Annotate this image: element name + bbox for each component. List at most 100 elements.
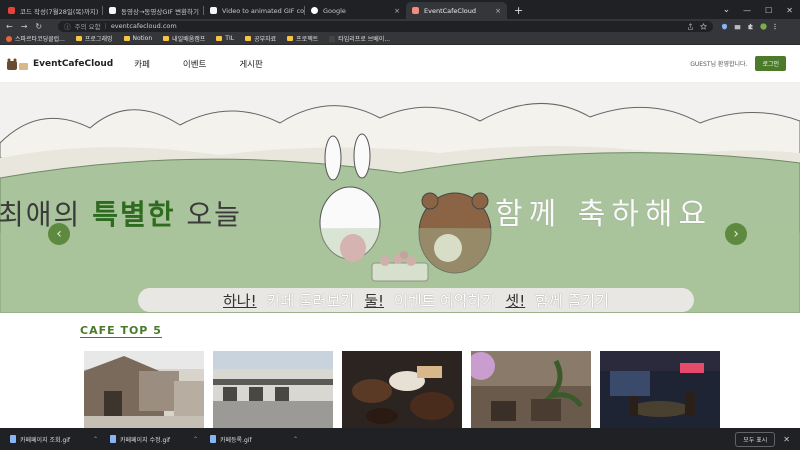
folder-icon (163, 36, 170, 41)
tab-title: Google (323, 6, 346, 15)
close-download-shelf-icon[interactable]: ✕ (779, 435, 794, 444)
browser-tab-bar: 코드 작성(7월28일(목)까지) × 동영상→동영상GIF 변환하기 × Vi… (0, 0, 800, 19)
share-icon[interactable] (687, 22, 694, 30)
file-icon (10, 435, 16, 443)
menu-item-event[interactable]: 이벤트 (183, 58, 206, 70)
cafe-card[interactable] (342, 351, 462, 428)
tab-title: EventCafeCloud (424, 6, 476, 15)
back-icon[interactable]: ← (6, 22, 13, 31)
tab-search-icon[interactable]: ⌄ (723, 2, 737, 19)
site-header: EventCafeCloud 카페 이벤트 게시판 GUEST님 환영합니다. … (0, 45, 800, 83)
download-options-icon[interactable]: ⌃ (193, 436, 198, 443)
bookmark-folder[interactable]: 프로젝트 (287, 34, 318, 43)
tab-title: 코드 작성(7월28일(목)까지) (20, 7, 99, 16)
step-key: 하나! (222, 291, 257, 310)
browser-toolbar: ← → ↻ ⓘ 주의 요함 | eventcafecloud.com (0, 19, 800, 33)
bookmarks-bar: 스파르타코딩클럽... 프로그래밍 Notion 내일배움캠프 TIL 공부자료… (0, 33, 800, 45)
reload-icon[interactable]: ↻ (35, 22, 42, 31)
browser-tab[interactable]: Google × (305, 2, 406, 19)
menu-item-board[interactable]: 게시판 (239, 58, 262, 70)
cafe-card[interactable] (213, 351, 333, 428)
bookmark-item[interactable]: 스파르타코딩클럽... (6, 34, 65, 43)
tab-favicon-icon (412, 7, 419, 14)
security-label: 주의 요함 (74, 23, 101, 31)
download-options-icon[interactable]: ⌃ (93, 436, 98, 443)
browser-tab[interactable]: 동영상→동영상GIF 변환하기 × (103, 2, 204, 19)
guest-greeting: GUEST님 환영합니다. (690, 61, 748, 68)
carousel-prev-button[interactable]: ‹ (48, 223, 70, 245)
file-icon (110, 435, 116, 443)
tab-favicon-icon (8, 7, 15, 14)
show-all-downloads-button[interactable]: 모두 표시 (735, 431, 776, 447)
bookmark-folder[interactable]: TIL (216, 35, 234, 42)
bookmark-item[interactable]: 타임리프로 브베이... (329, 34, 390, 43)
bookmark-site-icon (329, 35, 336, 42)
sparta-icon (6, 35, 12, 42)
browser-tab[interactable]: 코드 작성(7월28일(목)까지) × (2, 2, 103, 19)
step-text: 함께 즐기기 (535, 291, 609, 310)
tab-favicon-icon (109, 7, 116, 14)
cafe-card[interactable] (471, 351, 591, 428)
bookmark-folder[interactable]: 공부자료 (245, 34, 276, 43)
forward-icon[interactable]: → (21, 22, 28, 31)
cafe-card[interactable] (84, 351, 204, 428)
puzzle-icon[interactable] (747, 23, 754, 30)
logo-text: EventCafeCloud (33, 58, 114, 69)
cafe-photo (471, 351, 591, 428)
cafe-card-list (84, 351, 720, 428)
window-close-icon[interactable]: ✕ (779, 2, 800, 19)
google-favicon-icon (311, 7, 318, 14)
file-icon (210, 435, 216, 443)
cafe-photo (213, 351, 333, 428)
download-item[interactable]: 카페등록.gif ⌃ (206, 432, 302, 446)
hero-headline-right: 함께 축하해요 (495, 197, 713, 232)
bookmark-folder[interactable]: 프로그래밍 (75, 34, 113, 43)
step-key: 셋! (505, 291, 526, 310)
browser-tab[interactable]: Video to animated GIF conver × (204, 2, 305, 19)
minimize-icon[interactable]: — (736, 2, 758, 19)
new-tab-button[interactable]: + (507, 2, 530, 19)
web-page: EventCafeCloud 카페 이벤트 게시판 GUEST님 환영합니다. … (0, 45, 800, 428)
extension-icon[interactable] (734, 23, 741, 30)
folder-icon (216, 36, 223, 41)
maximize-icon[interactable]: ☐ (758, 2, 779, 19)
download-options-icon[interactable]: ⌃ (293, 436, 298, 443)
extensions-area (721, 22, 777, 30)
address-bar[interactable]: ⓘ 주의 요함 | eventcafecloud.com (58, 20, 714, 32)
info-icon[interactable]: ⓘ (64, 21, 71, 31)
shield-icon[interactable] (721, 23, 728, 30)
download-item[interactable]: 카페페이지 수정.gif ⌃ (106, 432, 202, 446)
cafe-photo (342, 351, 462, 428)
tab-title: 동영상→동영상GIF 변환하기 (121, 7, 200, 16)
hero-headline: 최애의 특별한 오늘 (0, 198, 242, 231)
url-text[interactable]: eventcafecloud.com (111, 22, 177, 30)
cafe-photo (84, 351, 204, 428)
browser-tab-active[interactable]: EventCafeCloud × (406, 2, 507, 19)
profile-icon[interactable] (760, 22, 767, 30)
section-title: CAFE TOP 5 (80, 324, 162, 338)
login-button[interactable]: 로그인 (755, 56, 786, 71)
hero-steps-banner: 하나! 카페 둘러보기 둘! 이벤트 예약하기 셋! 함께 즐기기 (138, 288, 694, 312)
cafe-photo (600, 351, 720, 428)
kebab-menu-icon[interactable] (773, 23, 777, 30)
site-logo[interactable]: EventCafeCloud (6, 57, 113, 71)
download-item[interactable]: 카페페이지 조회.gif ⌃ (6, 432, 102, 446)
close-tab-icon[interactable]: × (394, 7, 400, 15)
main-menu: 카페 이벤트 게시판 (134, 58, 263, 70)
menu-item-cafe[interactable]: 카페 (134, 58, 150, 70)
folder-icon (245, 36, 252, 41)
cafe-card[interactable] (600, 351, 720, 428)
bear-logo-icon (7, 58, 28, 70)
hero-carousel: 최애의 특별한 오늘 함께 축하해요 ‹ › 하나! 카페 둘러보기 둘! 이벤… (0, 83, 800, 313)
download-shelf: 카페페이지 조회.gif ⌃ 카페페이지 수정.gif ⌃ 카페등록.gif ⌃… (0, 428, 800, 450)
folder-icon (123, 36, 130, 41)
folder-icon (75, 36, 82, 41)
bookmark-folder[interactable]: 내일배움캠프 (163, 34, 205, 43)
carousel-next-button[interactable]: › (725, 223, 747, 245)
step-key: 둘! (364, 291, 385, 310)
star-icon[interactable] (700, 22, 708, 30)
close-tab-icon[interactable]: × (495, 7, 501, 15)
bookmark-folder[interactable]: Notion (123, 35, 152, 42)
tab-title: Video to animated GIF conver (222, 6, 305, 15)
step-text: 카페 둘러보기 (266, 291, 355, 310)
